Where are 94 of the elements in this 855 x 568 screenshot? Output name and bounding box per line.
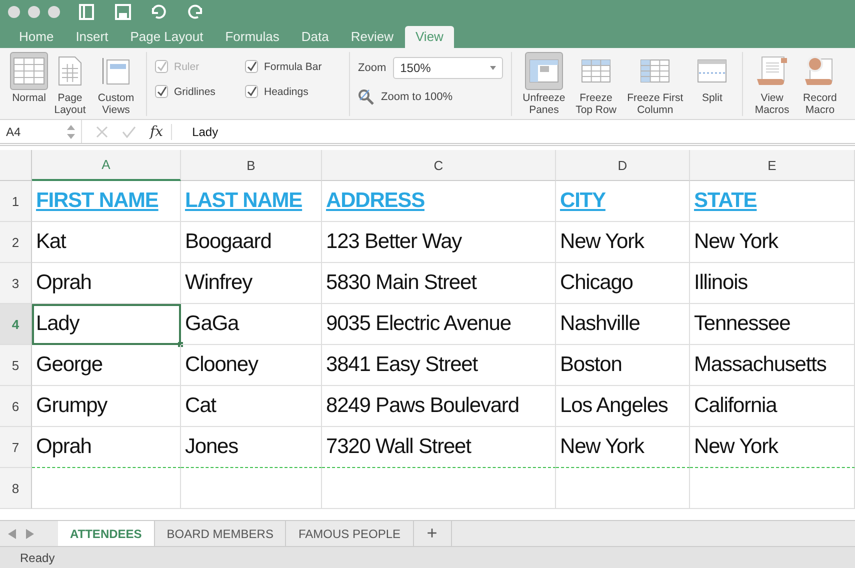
- column-title-cell: LAST NAME: [181, 181, 322, 222]
- split-icon: [697, 59, 728, 83]
- check-icon[interactable]: [122, 126, 136, 138]
- table-cell: California: [690, 386, 855, 427]
- select-all-corner[interactable]: [0, 150, 32, 181]
- freeze-button[interactable]: Split: [690, 52, 734, 104]
- table-cell: George: [32, 345, 181, 386]
- table-cell: New York: [690, 427, 855, 468]
- save-icon[interactable]: [114, 4, 132, 20]
- table-cell: Oprah: [32, 427, 181, 468]
- column-title-cell: ADDRESS: [322, 181, 556, 222]
- table-cell: Grumpy: [32, 386, 181, 427]
- zoom-label: Zoom: [358, 62, 386, 74]
- table-cell: Oprah: [32, 263, 181, 304]
- table-cell: New York: [556, 222, 690, 263]
- sheet-tab[interactable]: ATTENDEES: [58, 521, 155, 546]
- option-checkbox[interactable]: Gridlines: [155, 85, 245, 98]
- window-control[interactable]: [28, 6, 40, 18]
- window-control[interactable]: [48, 6, 60, 18]
- function-button[interactable]: fx: [150, 124, 172, 140]
- table-cell: GaGa: [181, 304, 322, 345]
- table-cell: Winfrey: [181, 263, 322, 304]
- table-cell: Illinois: [690, 263, 855, 304]
- row-header[interactable]: 1: [0, 181, 32, 222]
- table-cell: Boston: [556, 345, 690, 386]
- row-header[interactable]: 8: [0, 468, 32, 509]
- table-cell: New York: [690, 222, 855, 263]
- table-cell: 8249 Paws Boulevard: [322, 386, 556, 427]
- undo-icon[interactable]: [150, 4, 168, 20]
- table-cell: Jones: [181, 427, 322, 468]
- checkmark-icon: [156, 61, 167, 72]
- table-cell: 3841 Easy Street: [322, 345, 556, 386]
- column-title-cell: CITY: [556, 181, 690, 222]
- table-cell: Lady: [32, 304, 181, 345]
- column-title-cell: STATE: [690, 181, 855, 222]
- page-icon: [58, 56, 82, 86]
- freeze-button[interactable]: Freeze Top Row: [572, 52, 620, 116]
- grid-icon: [13, 57, 45, 85]
- scroll-icon: [755, 55, 790, 87]
- table-cell: 123 Better Way: [322, 222, 556, 263]
- checkmark-icon: [246, 86, 257, 97]
- status-text: Ready: [20, 550, 55, 564]
- custom-view-icon: [101, 56, 131, 86]
- view-button[interactable]: Custom Views: [94, 52, 138, 116]
- table-cell: Kat: [32, 222, 181, 263]
- freeze-panes-icon: [528, 59, 559, 83]
- stepper-icon: [67, 124, 75, 138]
- table-cell: Clooney: [181, 345, 322, 386]
- name-box[interactable]: A4: [0, 120, 82, 143]
- window-control[interactable]: [8, 6, 20, 18]
- option-checkbox[interactable]: Formula Bar: [245, 60, 341, 73]
- checkmark-icon: [156, 86, 167, 97]
- zoom-field[interactable]: 150%: [393, 57, 504, 79]
- freeze-button[interactable]: Unfreeze Panes: [520, 52, 568, 116]
- row-header[interactable]: 7: [0, 427, 32, 468]
- table-cell: 9035 Electric Avenue: [322, 304, 556, 345]
- next-sheet-icon[interactable]: [26, 528, 34, 538]
- column-header[interactable]: E: [690, 150, 855, 181]
- option-checkbox[interactable]: Headings: [245, 85, 341, 98]
- zoom-to-100-button[interactable]: Zoom to 100%: [358, 89, 504, 105]
- row-header[interactable]: 2: [0, 222, 32, 263]
- view-button[interactable]: Page Layout: [50, 52, 90, 116]
- table-cell: Boogaard: [181, 222, 322, 263]
- redo-icon[interactable]: [186, 4, 204, 20]
- macro-button[interactable]: View Macros: [751, 52, 793, 116]
- table-cell: Tennessee: [690, 304, 855, 345]
- sidebar-icon[interactable]: [78, 4, 96, 20]
- column-header[interactable]: D: [556, 150, 690, 181]
- row-header[interactable]: 3: [0, 263, 32, 304]
- column-header[interactable]: A: [32, 150, 181, 181]
- row-header[interactable]: 6: [0, 386, 32, 427]
- macro-button[interactable]: Record Macro: [796, 52, 843, 116]
- table-cell: Nashville: [556, 304, 690, 345]
- table-cell: 5830 Main Street: [322, 263, 556, 304]
- table-cell: New York: [556, 427, 690, 468]
- previous-sheet-icon[interactable]: [8, 528, 16, 538]
- freeze-button[interactable]: Freeze First Column: [624, 52, 686, 116]
- fill-handle[interactable]: [178, 342, 183, 347]
- cancel-icon[interactable]: [96, 126, 108, 138]
- column-header[interactable]: B: [181, 150, 322, 181]
- freeze-row-icon: [580, 59, 611, 83]
- table-cell: Chicago: [556, 263, 690, 304]
- row-header[interactable]: 5: [0, 345, 32, 386]
- column-title-cell: FIRST NAME: [32, 181, 181, 222]
- table-cell: Cat: [181, 386, 322, 427]
- table-cell: Massachusetts: [690, 345, 855, 386]
- formula-field[interactable]: Lady: [184, 124, 218, 138]
- table-cell: Los Angeles: [556, 386, 690, 427]
- magnifier-icon: [358, 89, 374, 105]
- table-cell: 7320 Wall Street: [322, 427, 556, 468]
- freeze-column-icon: [640, 59, 670, 83]
- caret-icon: [490, 66, 496, 70]
- checkmark-icon: [246, 61, 257, 72]
- column-header[interactable]: C: [322, 150, 556, 181]
